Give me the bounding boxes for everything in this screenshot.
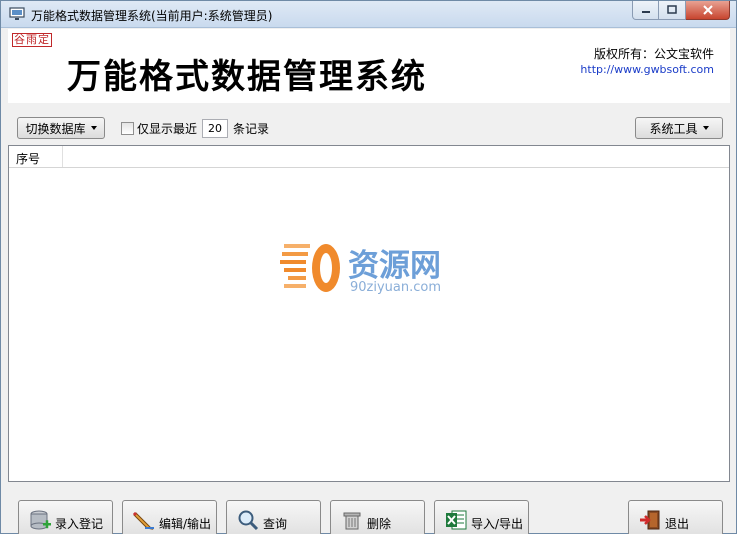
dropdown-arrow-icon [90,126,97,130]
register-label: 录入登记 [55,516,104,531]
watermark-url: 90ziyuan.com [350,280,442,295]
switch-database-button[interactable]: 切换数据库 [17,117,105,139]
maximize-icon [667,5,677,14]
database-add-icon [30,510,51,530]
show-recent-label: 仅显示最近 [137,121,198,136]
recent-filter: 仅显示最近 20 条记录 [121,118,269,138]
edit-export-button[interactable]: 编辑/输出 [122,500,217,534]
trash-icon [343,512,361,530]
close-button[interactable] [686,1,730,20]
show-recent-checkbox[interactable] [121,121,134,135]
main-window: 万能格式数据管理系统(当前用户:系统管理员) 谷雨定 万能格式数据管理系统 版权… [0,0,737,534]
magnifier-icon [238,510,259,531]
close-icon [702,5,713,15]
column-header-index[interactable]: 序号 [9,146,63,167]
watermark-logo-icon [280,244,340,292]
query-button[interactable]: 查询 [226,500,321,534]
records-grid[interactable]: 序号 资源网 90ziyuan.com [8,145,730,482]
title-bar[interactable]: 万能格式数据管理系统(当前用户:系统管理员) [1,1,736,28]
system-tools-button[interactable]: 系统工具 [635,117,723,139]
maximize-button[interactable] [659,1,686,20]
exit-door-icon [640,510,660,530]
excel-icon [446,510,467,530]
window-controls [632,1,730,21]
exit-label: 退出 [665,516,690,531]
pencil-icon [133,511,154,530]
watermark-brand: 资源网 [348,248,441,284]
copyright-text: 版权所有：公文宝软件 [593,47,714,61]
dropdown-arrow-icon [702,126,709,130]
minimize-button[interactable] [632,1,659,20]
edit-export-label: 编辑/输出 [159,516,212,531]
grid-header: 序号 [9,146,729,168]
register-button[interactable]: 录入登记 [18,500,113,534]
seal-stamp: 谷雨定 [12,33,52,47]
import-export-button[interactable]: 导入/导出 [434,500,529,534]
window-title: 万能格式数据管理系统(当前用户:系统管理员) [31,9,273,23]
system-tools-label: 系统工具 [649,121,698,136]
app-monitor-icon [9,7,25,20]
app-header: 谷雨定 万能格式数据管理系统 版权所有：公文宝软件 http://www.gwb… [8,29,730,103]
query-label: 查询 [263,516,288,531]
exit-button[interactable]: 退出 [628,500,723,534]
app-title: 万能格式数据管理系统 [67,57,427,97]
import-export-label: 导入/导出 [471,516,524,531]
watermark: 资源网 90ziyuan.com [280,236,470,306]
minimize-icon [641,11,650,13]
delete-label: 删除 [367,516,392,531]
recent-count-input[interactable]: 20 [202,118,229,138]
records-label: 条记录 [233,121,270,136]
delete-button[interactable]: 删除 [330,500,425,534]
switch-database-label: 切换数据库 [25,121,86,136]
website-link[interactable]: http://www.gwbsoft.com [580,63,714,76]
